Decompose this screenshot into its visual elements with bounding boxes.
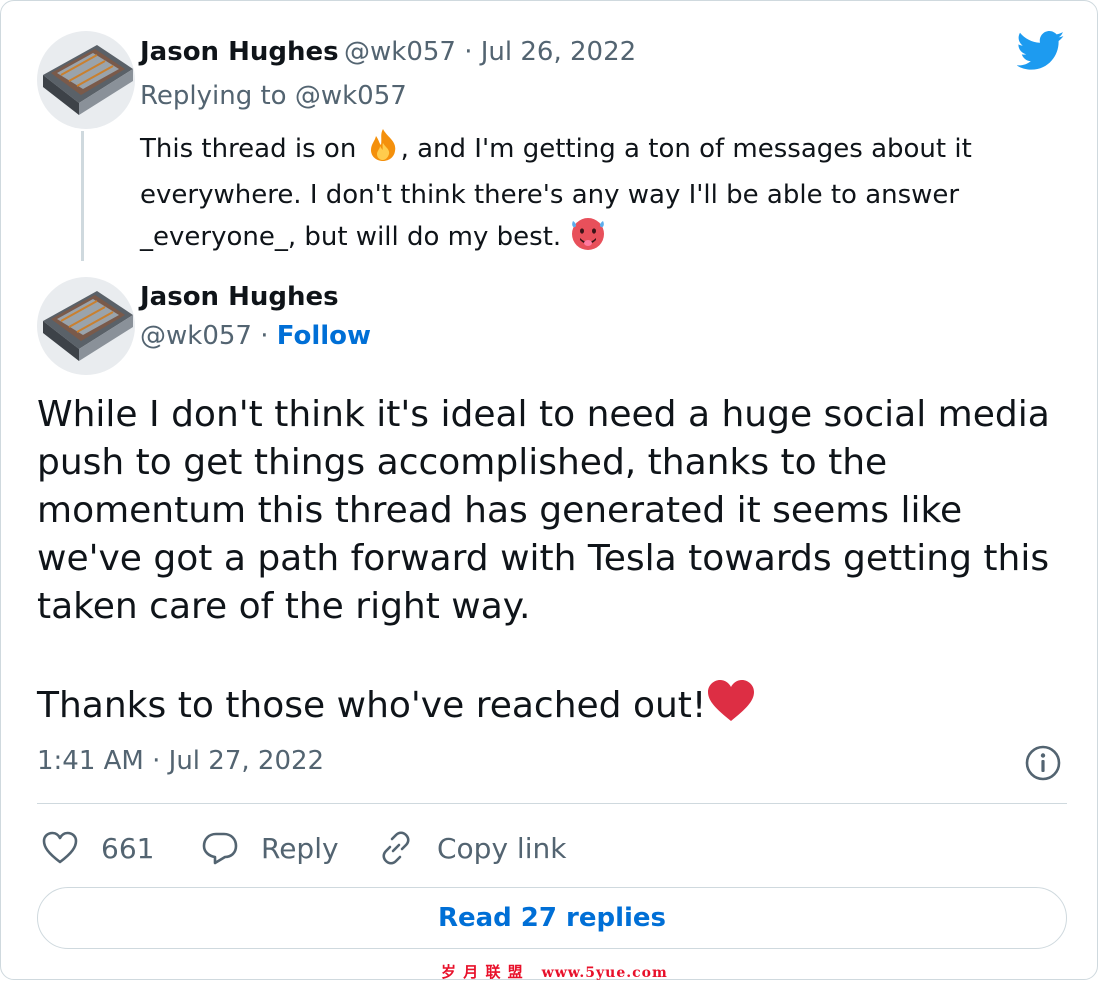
fire-emoji — [365, 127, 401, 175]
info-icon[interactable] — [1023, 743, 1063, 783]
reply-label: Reply — [261, 831, 339, 865]
tweet-paragraph-2: Thanks to those who've reached out! — [37, 679, 1067, 736]
hot-face-emoji — [569, 215, 607, 263]
reply-text-part1: This thread is on — [140, 134, 365, 164]
tweet-paragraph: While I don't think it's ideal to need a… — [37, 394, 1050, 627]
watermark-url: www.5yue.com — [541, 965, 668, 981]
author-name[interactable]: Jason Hughes — [140, 37, 339, 67]
watermark: 岁 月 联 盟 www.5yue.com — [441, 961, 668, 982]
thread-connector-line — [81, 131, 84, 261]
twitter-bird-icon[interactable] — [1016, 31, 1065, 75]
link-icon — [382, 831, 410, 865]
handle-row: @wk057 · Follow — [140, 321, 371, 351]
replying-to[interactable]: Replying to @wk057 — [140, 81, 407, 111]
avatar[interactable] — [37, 31, 135, 129]
battery-pack-image — [37, 277, 135, 375]
heart-icon — [42, 831, 78, 864]
battery-pack-image — [37, 31, 135, 129]
reply-button[interactable]: Reply — [201, 823, 339, 873]
author-handle[interactable]: @wk057 — [140, 321, 252, 351]
reply-bubble-icon — [202, 832, 238, 865]
avatar[interactable] — [37, 277, 135, 375]
separator-dot: · — [251, 321, 277, 351]
watermark-cn: 岁 月 联 盟 — [441, 963, 524, 981]
read-replies-button[interactable]: Read 27 replies — [37, 887, 1067, 949]
tweet-paragraph-text: Thanks to those who've reached out! — [37, 685, 707, 726]
tweet-embed-card: Jason Hughes @wk057 · Jul 26, 2022 Reply… — [0, 0, 1098, 982]
copy-link-label: Copy link — [437, 831, 567, 865]
divider — [37, 803, 1067, 804]
like-button[interactable]: 661 — [41, 823, 154, 873]
tweet-meta[interactable]: @wk057 · Jul 26, 2022 — [344, 37, 636, 67]
tweet-timestamp[interactable]: 1:41 AM · Jul 27, 2022 — [37, 746, 324, 776]
copy-link-button[interactable]: Copy link — [377, 823, 566, 873]
red-heart-emoji — [706, 679, 756, 736]
tweet-body: While I don't think it's ideal to need a… — [37, 391, 1067, 736]
author-name[interactable]: Jason Hughes — [140, 282, 339, 312]
reply-tweet-text: This thread is on , and I'm getting a to… — [140, 127, 1040, 263]
like-count: 661 — [101, 831, 155, 865]
follow-button[interactable]: Follow — [277, 321, 371, 351]
